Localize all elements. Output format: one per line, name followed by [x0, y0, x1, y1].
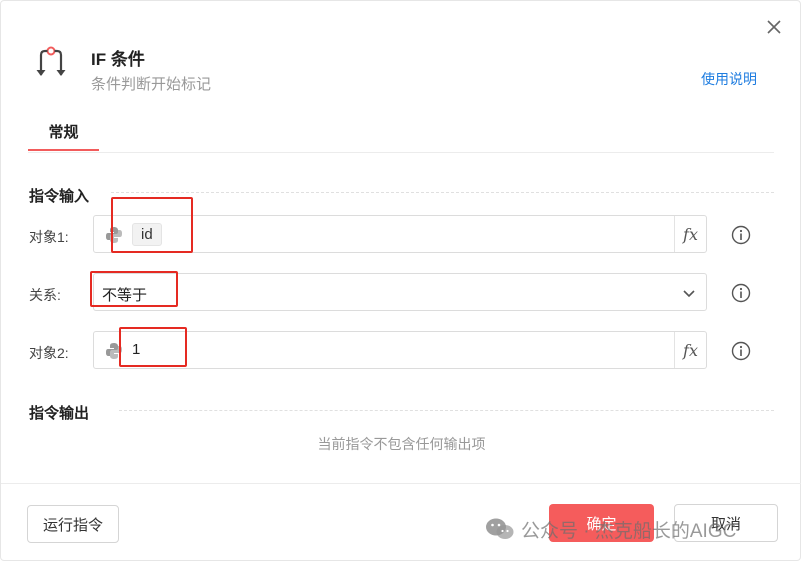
info-icon[interactable] [731, 283, 751, 303]
close-button[interactable] [764, 17, 784, 37]
object2-fx-button[interactable]: fx [674, 332, 706, 368]
close-icon [767, 20, 781, 34]
object2-value: 1 [132, 341, 141, 358]
input-section-title: 指令输入 [29, 188, 90, 205]
tab-bar: 常规 [28, 113, 774, 153]
info-icon[interactable] [731, 225, 751, 245]
relation-select[interactable]: 不等于 [93, 273, 707, 311]
object1-fx-button[interactable]: fx [674, 216, 706, 252]
run-command-button[interactable]: 运行指令 [27, 505, 119, 543]
if-condition-dialog: IF 条件 条件判断开始标记 使用说明 常规 指令输入 对象1: id fx 关… [0, 0, 801, 561]
object1-label: 对象1: [29, 229, 69, 245]
object2-label: 对象2: [29, 345, 69, 361]
object1-variable-chip: id [132, 223, 162, 246]
section-divider [111, 192, 774, 193]
python-icon [106, 343, 122, 359]
output-section-title: 指令输出 [29, 405, 90, 422]
confirm-button[interactable]: 确定 [549, 504, 654, 542]
tab-general[interactable]: 常规 [28, 113, 99, 151]
help-link[interactable]: 使用说明 [701, 69, 757, 89]
info-icon[interactable] [731, 341, 751, 361]
if-branch-icon [36, 46, 66, 76]
python-icon [106, 227, 122, 243]
dialog-subtitle: 条件判断开始标记 [91, 76, 212, 93]
relation-label: 关系: [29, 287, 61, 303]
footer-divider [1, 483, 801, 484]
dialog-title: IF 条件 [91, 50, 145, 69]
chevron-down-icon [683, 290, 695, 298]
wechat-icon [486, 518, 514, 539]
object1-field[interactable]: id fx [93, 215, 707, 253]
cancel-button[interactable]: 取消 [674, 504, 778, 542]
empty-output-note: 当前指令不包含任何输出项 [317, 436, 486, 452]
relation-selected-value: 不等于 [102, 287, 148, 304]
object2-field[interactable]: 1 fx [93, 331, 707, 369]
section-divider [119, 410, 774, 411]
